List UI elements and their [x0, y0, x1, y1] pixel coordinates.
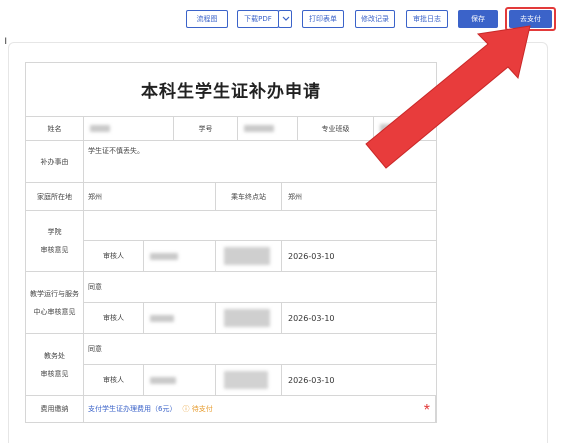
download-pdf-button[interactable]: 下载PDF	[237, 10, 279, 28]
redacted-major-class	[380, 124, 424, 133]
reviewer-name	[144, 365, 216, 395]
reason-row: 补办事由 学生证不慎丢失。	[26, 141, 436, 183]
redacted-reviewer	[150, 376, 176, 384]
major-class-label: 专业班级	[298, 117, 374, 140]
reviewer-signature	[216, 303, 282, 333]
station-label: 乘车终点站	[216, 183, 282, 210]
signature-image	[224, 309, 270, 327]
reviewer-signature	[216, 365, 282, 395]
academic-office-opinion-body: 同意 审核人 2026-03-10	[84, 334, 436, 395]
print-form-button[interactable]: 打印表单	[302, 10, 344, 28]
academic-office-opinion-label: 教务处 审核意见	[26, 334, 84, 395]
name-value	[84, 117, 174, 140]
station-value[interactable]: 郑州	[282, 183, 436, 210]
audit-log-button[interactable]: 审批日志	[406, 10, 448, 28]
fee-value: 支付学生证办理费用（6元） ⓘ 待支付	[84, 396, 436, 422]
signature-image	[224, 247, 270, 265]
academic-office-opinion-label-line2: 审核意见	[40, 369, 69, 378]
home-label: 家庭所在地	[26, 183, 84, 210]
name-label: 姓名	[26, 117, 84, 140]
reviewer-name	[144, 241, 216, 271]
review-date: 2026-03-10	[288, 251, 335, 261]
academic-office-reviewer-row: 审核人 2026-03-10	[84, 365, 436, 395]
student-id-value	[238, 117, 298, 140]
home-value[interactable]: 郑州	[84, 183, 216, 210]
college-opinion-label: 学院 审核意见	[26, 211, 84, 271]
download-dropdown-toggle[interactable]	[278, 10, 292, 28]
academic-office-opinion-row: 教务处 审核意见 同意 审核人 2026-03-10	[26, 334, 436, 396]
reviewer-label: 审核人	[84, 303, 144, 333]
redacted-reviewer	[150, 314, 174, 322]
fee-label: 费用缴纳	[26, 396, 84, 422]
college-opinion-body: 审核人 2026-03-10	[84, 211, 436, 271]
pay-fee-link[interactable]: 支付学生证办理费用（6元）	[88, 404, 176, 414]
reviewer-name	[144, 303, 216, 333]
teaching-center-opinion-body: 同意 审核人 2026-03-10	[84, 272, 436, 333]
redacted-reviewer	[150, 252, 178, 260]
reason-label: 补办事由	[26, 141, 84, 182]
left-edge-marker: ı	[4, 33, 8, 47]
student-id-label: 学号	[174, 117, 238, 140]
teaching-center-opinion-row: 教学运行与服务 中心审核意见 同意 审核人 2026-03-10	[26, 272, 436, 334]
modify-record-button[interactable]: 修改记录	[355, 10, 395, 28]
college-opinion-comment[interactable]	[84, 211, 436, 241]
fee-row: 费用缴纳 支付学生证办理费用（6元） ⓘ 待支付 *	[26, 396, 436, 422]
required-mark: *	[423, 402, 430, 419]
college-opinion-row: 学院 审核意见 审核人 2026-03-10	[26, 211, 436, 272]
home-row: 家庭所在地 郑州 乘车终点站 郑州	[26, 183, 436, 211]
reviewer-signature	[216, 241, 282, 271]
flowchart-button[interactable]: 流程图	[186, 10, 228, 28]
academic-office-comment[interactable]: 同意	[84, 334, 436, 365]
college-reviewer-row: 审核人 2026-03-10	[84, 241, 436, 271]
basic-info-row: 姓名 学号 专业班级	[26, 117, 436, 141]
chevron-down-icon	[282, 16, 290, 21]
pay-button-highlight	[505, 7, 556, 31]
teaching-center-opinion-label-line1: 教学运行与服务	[30, 289, 79, 298]
reason-value[interactable]: 学生证不慎丢失。	[84, 141, 436, 182]
reviewer-label: 审核人	[84, 365, 144, 395]
college-opinion-label-line2: 审核意见	[40, 246, 69, 254]
signature-image	[224, 371, 268, 389]
major-class-value	[374, 117, 436, 140]
reviewer-label: 审核人	[84, 241, 144, 271]
review-date: 2026-03-10	[288, 313, 335, 323]
redacted-name	[90, 125, 110, 132]
teaching-center-opinion-label: 教学运行与服务 中心审核意见	[26, 272, 84, 333]
review-date: 2026-03-10	[288, 375, 335, 385]
teaching-center-opinion-label-line2: 中心审核意见	[33, 307, 76, 316]
college-opinion-label-line1: 学院	[47, 228, 62, 236]
toolbar: 流程图 下载PDF 打印表单 修改记录 审批日志 保存 去支付	[0, 10, 563, 32]
form-title: 本科生学生证补办申请	[26, 63, 436, 117]
teaching-center-reviewer-row: 审核人 2026-03-10	[84, 303, 436, 333]
academic-office-opinion-label-line1: 教务处	[44, 351, 65, 360]
application-form: 本科生学生证补办申请 姓名 学号 专业班级 补办事由 学生证不慎丢失。 家庭所在…	[25, 62, 437, 423]
redacted-student-id	[244, 125, 274, 132]
save-button[interactable]: 保存	[458, 10, 498, 28]
pending-status-badge: ⓘ 待支付	[182, 405, 213, 413]
teaching-center-comment[interactable]: 同意	[84, 272, 436, 303]
